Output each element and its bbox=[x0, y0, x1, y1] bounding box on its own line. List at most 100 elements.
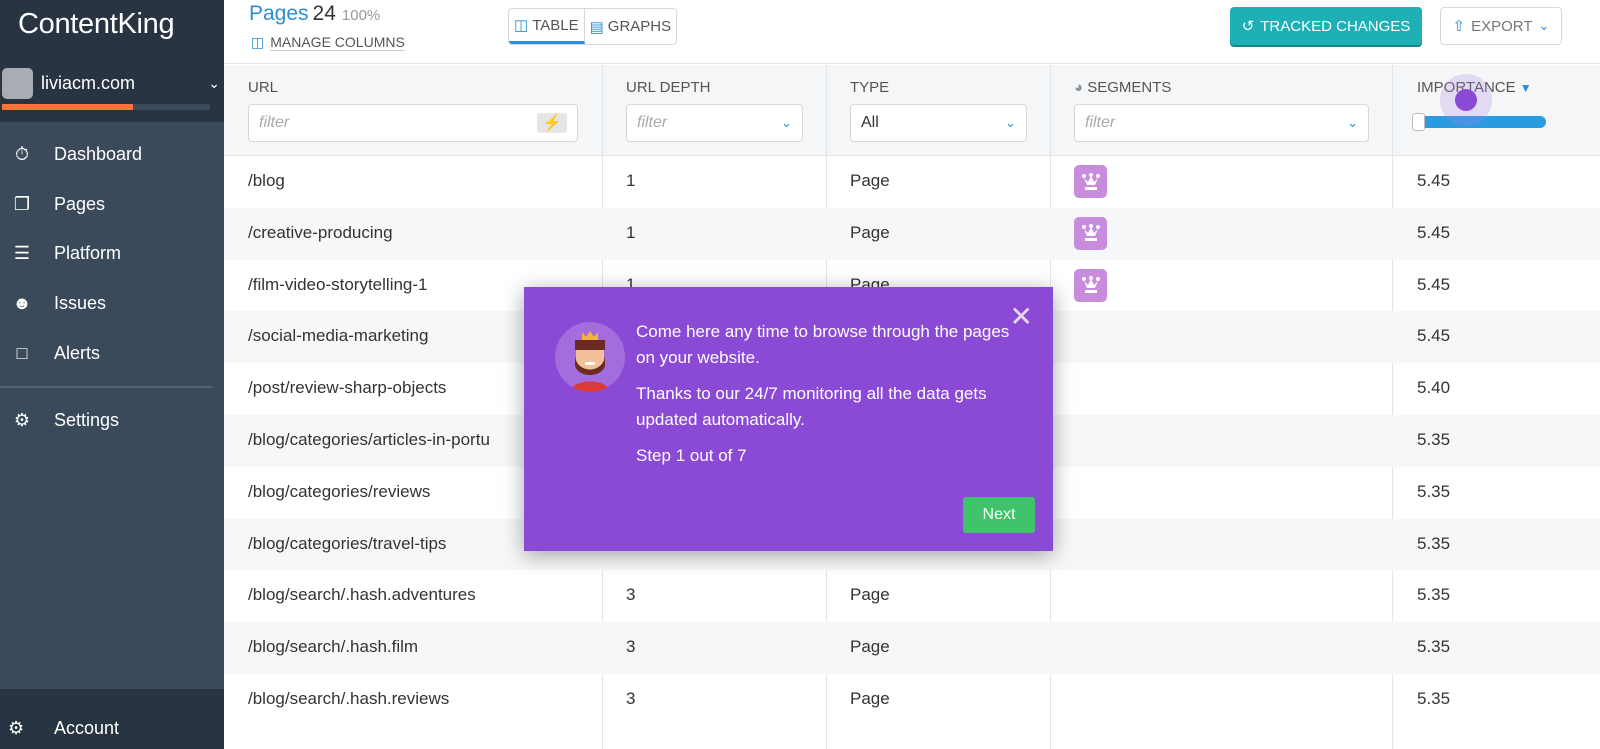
upload-icon: ⇧ bbox=[1452, 18, 1466, 35]
sort-desc-icon: ▼ bbox=[1519, 81, 1532, 95]
sidebar-item-label: Account bbox=[54, 717, 120, 738]
sidebar-item-label: Dashboard bbox=[54, 144, 143, 165]
tab-graphs-label: GRAPHS bbox=[607, 18, 672, 35]
pie-chart-icon: ◕ bbox=[1074, 79, 1084, 96]
table-row[interactable]: /creative-producing 1 Page 5.45 bbox=[224, 207, 1600, 260]
table-row[interactable]: /blog/search/.hash.reviews 3 Page 5.35 bbox=[224, 674, 1600, 726]
sidebar-item-label: Settings bbox=[54, 410, 120, 431]
cell-url[interactable]: /blog/search/.hash.reviews bbox=[248, 689, 449, 709]
site-name: liviacm.com bbox=[41, 73, 136, 93]
export-button[interactable]: ⇧ EXPORT ⌄ bbox=[1440, 7, 1562, 45]
cell-url[interactable]: /blog bbox=[248, 171, 285, 191]
sidebar-item-label: Pages bbox=[54, 193, 106, 214]
export-label: EXPORT bbox=[1471, 17, 1533, 35]
chevron-down-icon: ⌄ bbox=[1538, 18, 1550, 33]
crown-segment-icon bbox=[1074, 268, 1107, 302]
sidebar-item-pages[interactable]: ❐ Pages bbox=[0, 180, 224, 230]
importance-column-header: IMPORTANCE ▼ bbox=[1392, 65, 1592, 155]
page-count: 24 bbox=[312, 2, 336, 25]
cell-url[interactable]: /blog/search/.hash.film bbox=[248, 637, 418, 657]
sidebar-nav: ⏱ Dashboard ❐ Pages ☰ Platform ☻ Issues □ Alerts ⚙… bbox=[0, 130, 224, 446]
slider-handle[interactable] bbox=[1412, 113, 1425, 131]
chevron-down-icon: ⌄ bbox=[781, 115, 792, 130]
cell-url[interactable]: /blog/search/.hash.adventures bbox=[248, 585, 476, 605]
site-progress-fill bbox=[2, 104, 134, 110]
placeholder: filter bbox=[637, 114, 668, 131]
popup-text: Come here any time to browse through the… bbox=[636, 319, 1016, 479]
cell-url-depth: 3 bbox=[626, 688, 636, 708]
account-icon: ⚙ bbox=[8, 717, 25, 738]
placeholder: filter bbox=[259, 114, 290, 131]
sidebar-header: ContentKing liviacm.com ⌄ bbox=[0, 0, 224, 122]
placeholder: filter bbox=[1085, 114, 1116, 131]
segments-label: SEGMENTS bbox=[1087, 79, 1172, 96]
next-button[interactable]: Next bbox=[963, 497, 1035, 533]
cell-url-depth: 1 bbox=[626, 222, 636, 242]
pulse-icon: □ bbox=[16, 342, 28, 363]
cell-importance: 5.35 bbox=[1417, 429, 1451, 449]
cell-url[interactable]: /blog/categories/articles-in-portu bbox=[248, 430, 490, 450]
selected-value: All bbox=[861, 114, 879, 131]
close-icon[interactable]: ✕ bbox=[1010, 303, 1033, 331]
table-row[interactable]: /blog 1 Page 5.45 bbox=[224, 156, 1600, 208]
cell-type: Page bbox=[850, 688, 890, 708]
cell-type: Page bbox=[850, 637, 890, 657]
cell-importance: 5.40 bbox=[1417, 378, 1451, 398]
cell-url[interactable]: /social-media-marketing bbox=[248, 326, 428, 346]
tab-graphs[interactable]: ▤ GRAPHS bbox=[585, 9, 677, 44]
crown-segment-icon bbox=[1074, 165, 1107, 198]
cell-url[interactable]: /film-video-storytelling-1 bbox=[248, 275, 428, 295]
page-title: Pages 24 100% bbox=[249, 2, 380, 26]
sidebar-item-alerts[interactable]: □ Alerts bbox=[0, 328, 224, 378]
sidebar-item-dashboard[interactable]: ⏱ Dashboard bbox=[0, 130, 224, 180]
column-url[interactable]: URL bbox=[248, 79, 278, 96]
column-type[interactable]: TYPE bbox=[850, 79, 889, 96]
chevron-down-icon: ⌄ bbox=[208, 75, 220, 91]
table-icon: ◫ bbox=[514, 17, 529, 34]
tour-hotspot[interactable] bbox=[1440, 74, 1492, 126]
manage-columns-link[interactable]: ◫ MANAGE COLUMNS bbox=[251, 34, 405, 51]
sidebar-item-account[interactable]: ⚙ Account bbox=[0, 689, 224, 749]
site-avatar bbox=[2, 68, 33, 99]
sidebar: ContentKing liviacm.com ⌄ ⏱ Dashboard ❐ Pag… bbox=[0, 0, 224, 749]
sidebar-item-label: Alerts bbox=[54, 342, 101, 363]
bar-chart-icon: ▤ bbox=[589, 18, 604, 36]
site-switcher[interactable]: liviacm.com ⌄ bbox=[2, 68, 220, 99]
cell-type: Page bbox=[850, 171, 890, 190]
type-filter[interactable]: All ⌄ bbox=[850, 104, 1027, 142]
history-icon: ↺ bbox=[1241, 18, 1255, 35]
cell-url[interactable]: /post/review-sharp-objects bbox=[248, 378, 446, 398]
onboarding-popup: Come here any time to browse through the… bbox=[524, 287, 1053, 551]
table-row[interactable]: /blog/search/.hash.adventures 3 Page 5.3… bbox=[224, 570, 1600, 622]
columns-icon: ◫ bbox=[251, 34, 265, 50]
cell-url[interactable]: /blog/categories/reviews bbox=[248, 482, 430, 502]
title-text: Pages bbox=[249, 2, 309, 25]
logo: ContentKing bbox=[18, 8, 175, 40]
tracked-changes-button[interactable]: ↺ TRACKED CHANGES bbox=[1230, 7, 1422, 45]
url-depth-filter[interactable]: filter ⌄ bbox=[626, 104, 803, 142]
url-filter-input[interactable]: filter ⚡ bbox=[248, 104, 578, 142]
cell-url[interactable]: /blog/categories/travel-tips bbox=[248, 534, 446, 554]
column-url-depth[interactable]: URL DEPTH bbox=[626, 79, 710, 96]
cell-importance: 5.35 bbox=[1417, 481, 1451, 501]
sidebar-item-settings[interactable]: ⚙ Settings bbox=[0, 396, 224, 446]
toolbar: Pages 24 100% ◫ MANAGE COLUMNS ◫ TABLE ▤ GRAP… bbox=[224, 0, 1600, 64]
column-segments[interactable]: ◕ SEGMENTS bbox=[1074, 79, 1171, 96]
sidebar-item-platform[interactable]: ☰ Platform bbox=[0, 229, 224, 279]
crown-segment-icon bbox=[1074, 216, 1107, 250]
sidebar-item-label: Platform bbox=[54, 243, 122, 264]
popup-step: Step 1 out of 7 bbox=[636, 446, 747, 465]
view-switch: ◫ TABLE ▤ GRAPHS bbox=[508, 8, 678, 45]
cell-url[interactable]: /creative-producing bbox=[248, 223, 393, 243]
bug-icon: ☻ bbox=[12, 293, 32, 314]
chevron-down-icon: ⌄ bbox=[1347, 115, 1358, 130]
cell-importance: 5.35 bbox=[1417, 637, 1451, 657]
segments-filter[interactable]: filter ⌄ bbox=[1074, 104, 1369, 142]
cell-importance: 5.45 bbox=[1417, 274, 1451, 294]
chevron-down-icon: ⌄ bbox=[1005, 115, 1016, 130]
cell-url-depth: 3 bbox=[626, 585, 636, 605]
table-row[interactable]: /blog/search/.hash.film 3 Page 5.35 bbox=[224, 622, 1600, 674]
sidebar-item-label: Issues bbox=[54, 293, 107, 314]
tab-table[interactable]: ◫ TABLE bbox=[509, 9, 585, 44]
sidebar-item-issues[interactable]: ☻ Issues bbox=[0, 279, 224, 329]
